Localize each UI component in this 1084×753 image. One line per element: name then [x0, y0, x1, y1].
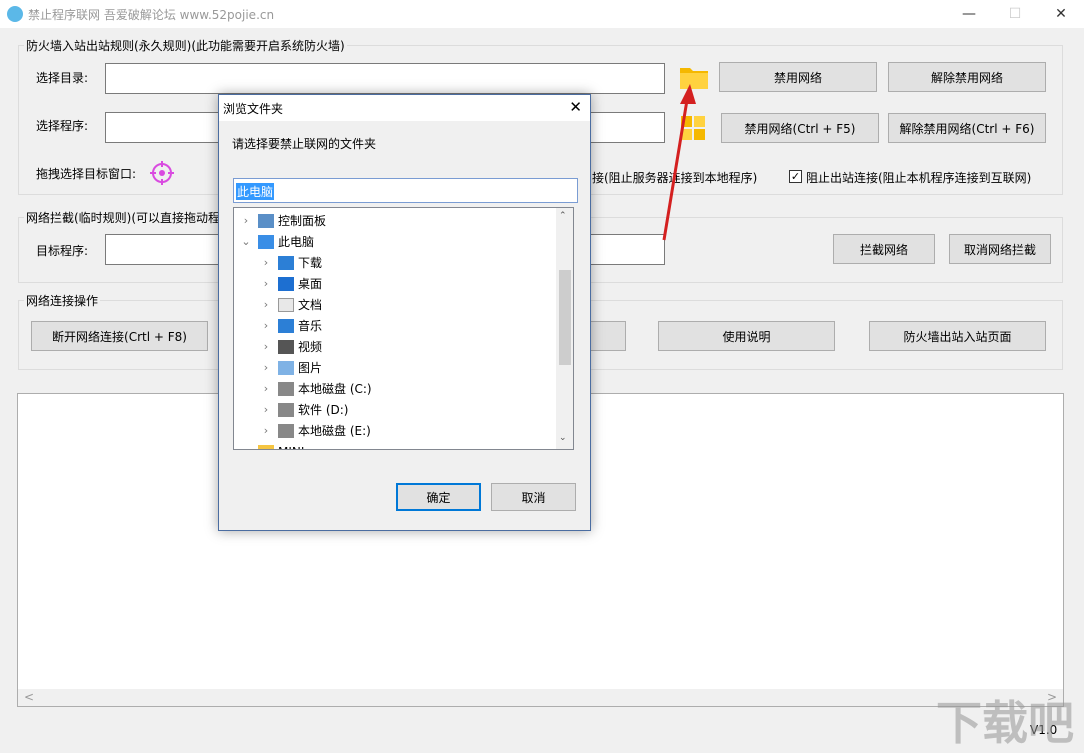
scroll-thumb[interactable]	[559, 270, 571, 365]
picture-icon	[278, 360, 294, 375]
drive-icon	[278, 423, 294, 438]
chevron-right-icon[interactable]: ›	[260, 403, 272, 416]
music-icon	[278, 318, 294, 333]
tree-item-label: 下载	[298, 256, 323, 270]
download-icon	[278, 255, 294, 270]
tree-item-label: 控制面板	[278, 214, 327, 228]
tree-vertical-scrollbar[interactable]: ⌃ ⌄	[556, 208, 573, 449]
tree-item-label: 音乐	[298, 319, 323, 333]
tree-item-label: 图片	[298, 361, 323, 375]
chevron-right-icon[interactable]: ›	[260, 319, 272, 332]
tree-item[interactable]: › 本地磁盘 (E:)	[260, 420, 371, 441]
chevron-right-icon[interactable]: ›	[260, 361, 272, 374]
video-icon	[278, 339, 294, 354]
red-arrow-annotation	[662, 84, 696, 241]
tree-item-label: 视频	[298, 340, 323, 354]
unban-network-hotkey-button[interactable]: 解除禁用网络(Ctrl + F6)	[888, 113, 1046, 143]
firewall-group-label: 防火墙入站出站规则(永久规则)(此功能需要开启系统防火墙)	[24, 37, 347, 54]
firewall-page-button[interactable]: 防火墙出站入站页面	[869, 321, 1046, 351]
control-panel-icon	[258, 213, 274, 228]
tree-item-label: 软件 (D:)	[298, 403, 349, 417]
tree-item[interactable]: › 软件 (D:)	[260, 399, 348, 420]
tree-item[interactable]: › 桌面	[260, 273, 322, 294]
tree-item[interactable]: › 下载	[260, 252, 322, 273]
chevron-right-icon[interactable]: ›	[260, 256, 272, 269]
tree-item[interactable]: › 图片	[260, 357, 322, 378]
drive-icon	[278, 402, 294, 417]
chevron-down-icon[interactable]: ⌄	[240, 235, 252, 248]
folder-tree[interactable]: › 控制面板 ⌄ 此电脑 › 下载 › 桌面 › 文档 › 音乐 › 视频 › 图片 › 本地磁盘 (C:) › 软件…	[233, 207, 574, 450]
crosshair-target-icon[interactable]	[149, 160, 175, 186]
outbound-block-label: 阻止出站连接(阻止本机程序连接到互联网)	[806, 171, 1032, 185]
window-title: 禁止程序联网 吾爱破解论坛 www.52pojie.cn	[28, 8, 275, 22]
folder-icon	[258, 444, 274, 449]
tree-item[interactable]: MINI	[240, 441, 304, 450]
folder-path-value: 此电脑	[236, 183, 275, 200]
tree-item[interactable]: › 视频	[260, 336, 322, 357]
ok-button[interactable]: 确定	[396, 483, 481, 511]
dialog-title-bar: 浏览文件夹 ✕	[219, 95, 590, 121]
cancel-intercept-button[interactable]: 取消网络拦截	[949, 234, 1051, 264]
scroll-up-arrow[interactable]: ⌃	[559, 211, 567, 221]
usage-button[interactable]: 使用说明	[658, 321, 835, 351]
tree-item[interactable]: ⌄ 此电脑	[240, 231, 314, 252]
horizontal-scrollbar[interactable]: < >	[18, 689, 1063, 706]
tree-item-label: 本地磁盘 (E:)	[298, 424, 371, 438]
tree-item[interactable]: › 音乐	[260, 315, 322, 336]
minimize-button[interactable]: —	[946, 0, 992, 28]
chevron-right-icon[interactable]: ›	[260, 298, 272, 311]
drag-target-label: 拖拽选择目标窗口:	[36, 167, 137, 181]
select-dir-input[interactable]	[105, 63, 665, 94]
browse-folder-dialog: 浏览文件夹 ✕ 请选择要禁止联网的文件夹 此电脑 › 控制面板 ⌄ 此电脑 › 下载 › 桌面…	[218, 94, 591, 531]
chevron-right-icon[interactable]: ›	[260, 382, 272, 395]
chevron-right-icon[interactable]: ›	[260, 340, 272, 353]
window-title-bar: 禁止程序联网 吾爱破解论坛 www.52pojie.cn — ☐ ✕	[0, 0, 1084, 28]
dialog-close-button[interactable]: ✕	[569, 98, 582, 116]
intercept-group-label: 网络拦截(临时规则)(可以直接拖动程	[24, 209, 223, 226]
ban-network-button[interactable]: 禁用网络	[719, 62, 877, 92]
tree-item-label: 文档	[298, 298, 323, 312]
desktop-icon	[278, 276, 294, 291]
close-button[interactable]: ✕	[1038, 0, 1084, 28]
computer-icon	[258, 234, 274, 249]
chevron-right-icon[interactable]: ›	[240, 214, 252, 227]
tree-item-label: MINI	[278, 445, 304, 450]
folder-path-input[interactable]: 此电脑	[233, 178, 578, 203]
disconnect-button[interactable]: 断开网络连接(Crtl + F8)	[31, 321, 208, 351]
scroll-left-arrow[interactable]: <	[24, 690, 34, 704]
document-icon	[278, 297, 294, 312]
tree-item[interactable]: › 控制面板	[240, 210, 326, 231]
operations-group-label: 网络连接操作	[24, 292, 101, 309]
tree-item[interactable]: › 文档	[260, 294, 322, 315]
tree-item-label: 此电脑	[278, 235, 315, 249]
app-icon	[7, 6, 23, 22]
cancel-button[interactable]: 取消	[491, 483, 576, 511]
intercept-button[interactable]: 拦截网络	[833, 234, 935, 264]
select-prog-label: 选择程序:	[36, 119, 89, 133]
outbound-block-checkbox[interactable]: ✓	[789, 170, 802, 183]
chevron-right-icon[interactable]: ›	[260, 277, 272, 290]
select-dir-label: 选择目录:	[36, 71, 89, 85]
tree-item-label: 桌面	[298, 277, 323, 291]
ban-network-hotkey-button[interactable]: 禁用网络(Ctrl + F5)	[721, 113, 879, 143]
maximize-button[interactable]: ☐	[992, 0, 1038, 28]
tree-item[interactable]: › 本地磁盘 (C:)	[260, 378, 372, 399]
watermark: 下载吧	[936, 696, 1074, 750]
scroll-down-arrow[interactable]: ⌄	[559, 433, 567, 443]
target-program-label: 目标程序:	[36, 244, 89, 258]
chevron-right-icon[interactable]: ›	[260, 424, 272, 437]
unban-network-button[interactable]: 解除禁用网络	[888, 62, 1046, 92]
dialog-title: 浏览文件夹	[223, 102, 284, 116]
tree-item-label: 本地磁盘 (C:)	[298, 382, 372, 396]
dialog-prompt: 请选择要禁止联网的文件夹	[232, 137, 377, 151]
drive-c-icon	[278, 381, 294, 396]
